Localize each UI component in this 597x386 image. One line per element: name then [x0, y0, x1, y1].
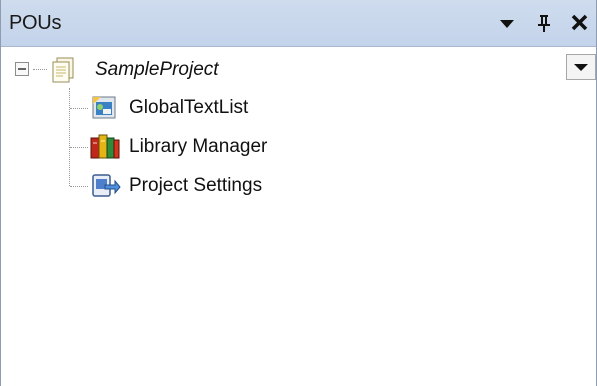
tree-connector-vertical — [69, 88, 70, 186]
tree-node-globaltextlist[interactable]: GlobalTextList — [89, 94, 349, 122]
library-books-icon — [90, 134, 120, 159]
panel-title: POUs — [9, 12, 62, 34]
close-icon — [571, 14, 588, 31]
panel-pin-button[interactable] — [531, 8, 557, 36]
triangle-down-icon — [500, 20, 514, 28]
project-document-icon — [52, 57, 74, 83]
tree-node-label: Library Manager — [129, 136, 268, 157]
collapse-minus-icon[interactable] — [15, 62, 29, 76]
pous-panel: POUs SampleProject GlobalTextList Librar… — [0, 0, 597, 386]
pushpin-icon — [538, 15, 550, 32]
tree-node-label: GlobalTextList — [129, 97, 249, 118]
chevron-down-icon — [574, 64, 588, 71]
tree-node-label: SampleProject — [95, 59, 219, 80]
text-list-icon — [92, 96, 116, 119]
tree-node-sampleproject[interactable]: SampleProject — [15, 56, 335, 84]
panel-titlebar: POUs — [1, 0, 596, 47]
tree-node-label: Project Settings — [129, 175, 263, 196]
panel-close-button[interactable] — [567, 8, 593, 36]
settings-arrow-icon — [92, 174, 121, 197]
tree-node-project-settings[interactable]: Project Settings — [89, 172, 349, 200]
pou-tree: SampleProject GlobalTextList Library Man… — [1, 48, 596, 386]
tree-dropdown-button[interactable] — [566, 54, 596, 80]
tree-connector-child-1 — [70, 108, 88, 109]
tree-node-library-manager[interactable]: Library Manager — [89, 133, 349, 161]
panel-menu-dropdown-button[interactable] — [494, 8, 520, 36]
tree-connector-child-3 — [70, 186, 88, 187]
tree-connector-child-2 — [70, 147, 88, 148]
